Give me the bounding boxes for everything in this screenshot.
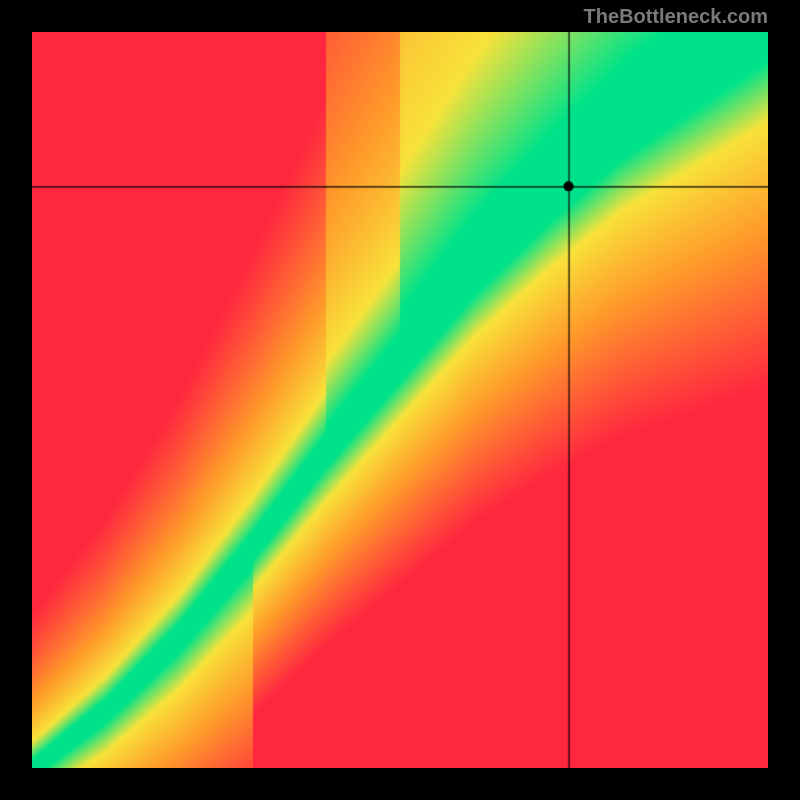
heatmap-plot <box>32 32 768 768</box>
heatmap-canvas <box>32 32 768 768</box>
chart-container: TheBottleneck.com <box>0 0 800 800</box>
watermark-text: TheBottleneck.com <box>584 6 768 29</box>
